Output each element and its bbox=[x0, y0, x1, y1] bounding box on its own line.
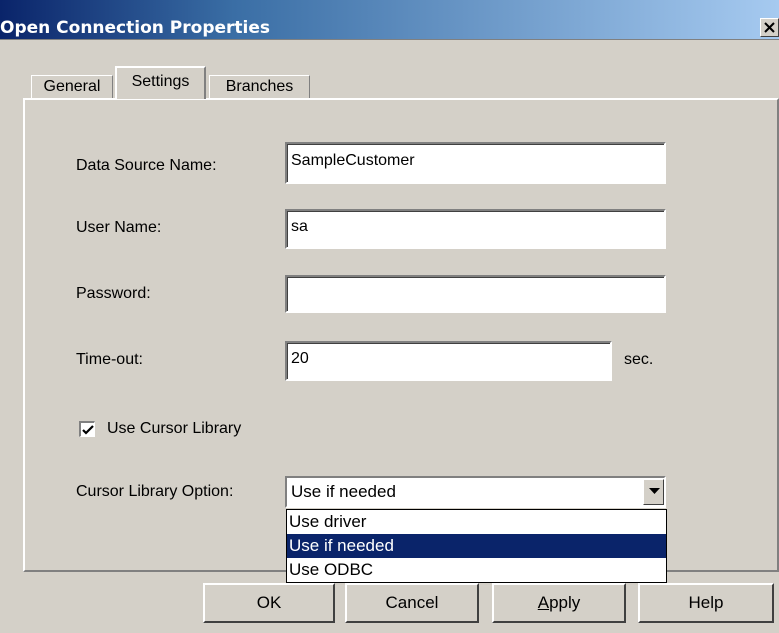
password-input[interactable] bbox=[285, 275, 666, 313]
close-button[interactable] bbox=[760, 18, 779, 37]
tab-settings-label: Settings bbox=[131, 73, 190, 90]
chevron-down-icon bbox=[649, 488, 660, 494]
cursor-library-option-dropdown-list: Use driver Use if needed Use ODBC bbox=[286, 509, 667, 583]
help-button[interactable]: Help bbox=[638, 583, 774, 623]
cursor-library-option-label: Cursor Library Option: bbox=[76, 483, 234, 500]
user-name-value: sa bbox=[291, 218, 308, 235]
open-connection-properties-dialog: Open Connection Properties General Setti… bbox=[0, 0, 779, 633]
password-label: Password: bbox=[76, 285, 151, 302]
apply-button[interactable]: Apply bbox=[492, 583, 626, 623]
cancel-button[interactable]: Cancel bbox=[345, 583, 479, 623]
apply-button-mnemonic: A bbox=[537, 593, 550, 612]
apply-button-label: pply bbox=[549, 593, 581, 612]
close-icon bbox=[764, 22, 775, 33]
cursor-library-option-dropdown-button[interactable] bbox=[643, 479, 664, 505]
dropdown-option-use-if-needed-label: Use if needed bbox=[289, 536, 394, 555]
tab-branches-label: Branches bbox=[225, 78, 294, 95]
dropdown-option-use-driver-label: Use driver bbox=[289, 512, 367, 531]
user-name-label: User Name: bbox=[76, 219, 162, 236]
timeout-input[interactable]: 20 bbox=[285, 341, 612, 381]
ok-button[interactable]: OK bbox=[203, 583, 335, 623]
window-title: Open Connection Properties bbox=[0, 18, 270, 38]
help-button-label: Help bbox=[688, 593, 724, 612]
tab-general[interactable]: General bbox=[31, 75, 113, 99]
ok-button-label: OK bbox=[256, 593, 282, 612]
cursor-library-option-value: Use if needed bbox=[291, 482, 396, 501]
dropdown-option-use-driver[interactable]: Use driver bbox=[287, 510, 666, 534]
tab-branches[interactable]: Branches bbox=[209, 75, 310, 99]
tab-settings[interactable]: Settings bbox=[115, 66, 206, 99]
user-name-input[interactable]: sa bbox=[285, 209, 666, 249]
checkmark-icon bbox=[82, 425, 94, 435]
title-bar: Open Connection Properties bbox=[0, 0, 779, 40]
timeout-value: 20 bbox=[291, 350, 309, 367]
cursor-library-option-select[interactable]: Use if needed bbox=[285, 476, 666, 508]
timeout-label: Time-out: bbox=[76, 351, 143, 368]
use-cursor-library-label[interactable]: Use Cursor Library bbox=[107, 420, 241, 438]
cancel-button-label: Cancel bbox=[385, 593, 439, 612]
timeout-unit: sec. bbox=[624, 351, 654, 368]
use-cursor-library-checkbox[interactable] bbox=[79, 421, 95, 437]
dropdown-option-use-odbc-label: Use ODBC bbox=[289, 560, 374, 579]
dropdown-option-use-odbc[interactable]: Use ODBC bbox=[287, 558, 666, 582]
data-source-name-label: Data Source Name: bbox=[76, 157, 217, 174]
dropdown-option-use-if-needed[interactable]: Use if needed bbox=[287, 534, 666, 558]
data-source-name-input[interactable]: SampleCustomer bbox=[285, 142, 666, 184]
tab-general-label: General bbox=[43, 78, 101, 95]
data-source-name-value: SampleCustomer bbox=[291, 152, 415, 169]
